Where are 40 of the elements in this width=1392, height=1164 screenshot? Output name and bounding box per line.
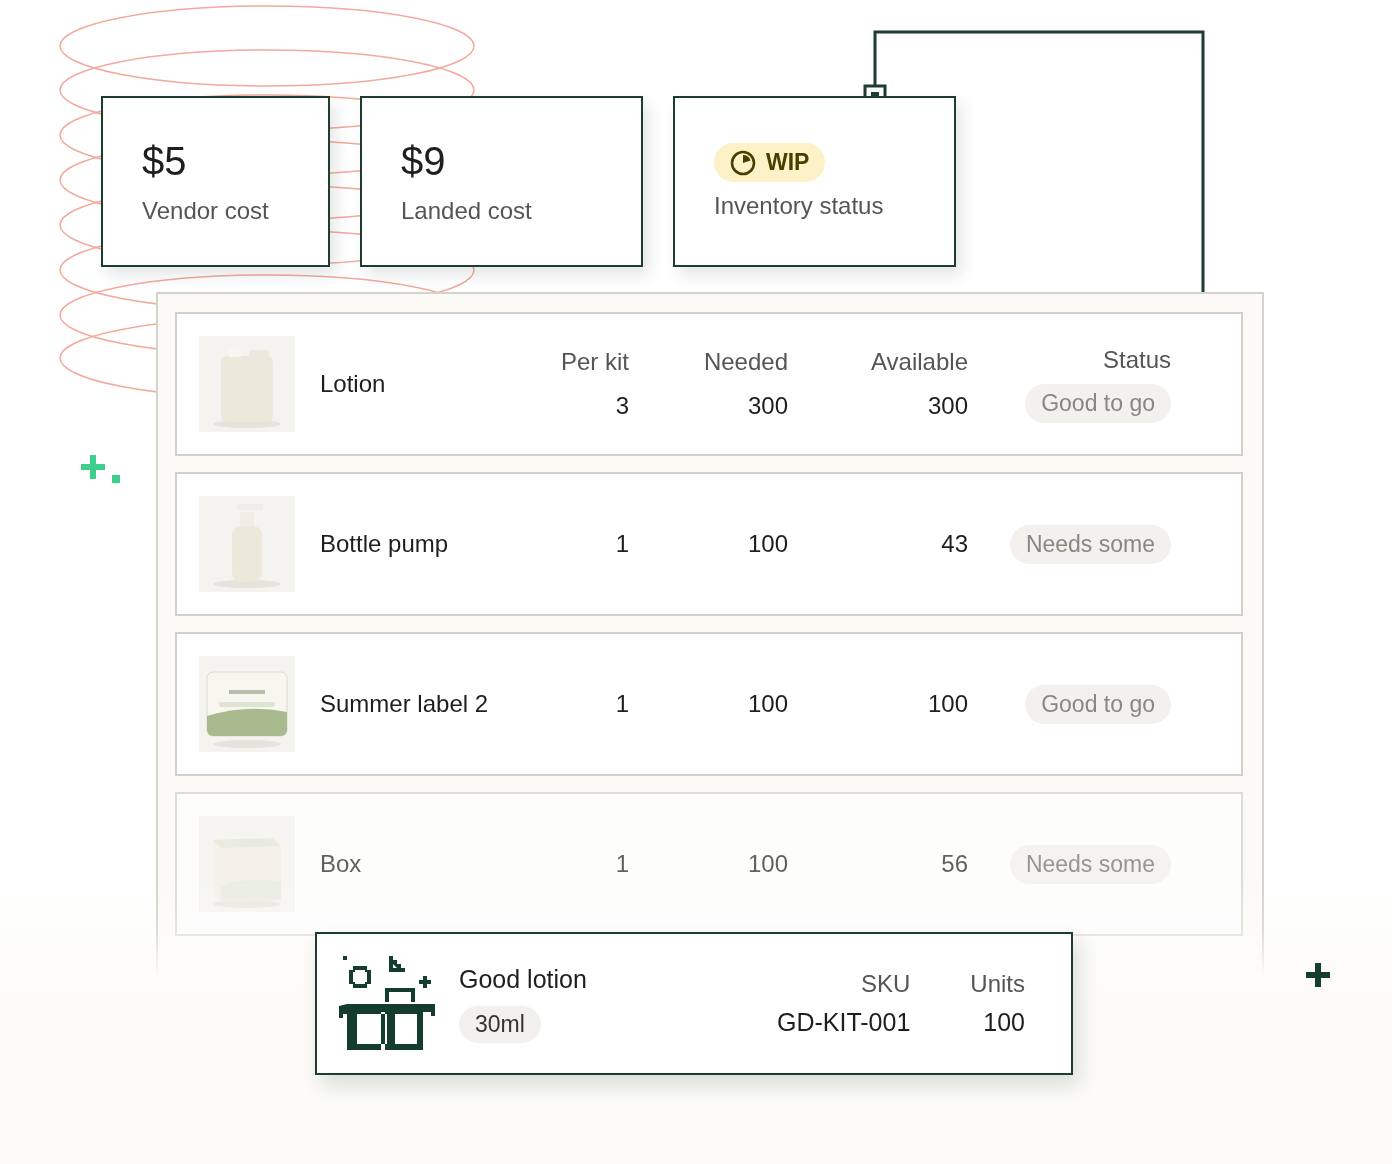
progress-icon bbox=[730, 149, 756, 176]
units-value: 100 bbox=[983, 1008, 1025, 1037]
component-name: Box bbox=[320, 850, 363, 878]
table-cell: 1 bbox=[615, 690, 629, 718]
column-header: SKU bbox=[860, 970, 911, 998]
status-badge: Needs some bbox=[1009, 524, 1171, 564]
sku-value: GD-KIT-001 bbox=[776, 1008, 911, 1037]
plus-icon bbox=[1306, 963, 1330, 987]
status-badge: Good to go bbox=[1025, 383, 1171, 423]
plus-icon bbox=[81, 455, 121, 485]
table-cell: 43 bbox=[941, 530, 968, 558]
column-header: Needed bbox=[703, 348, 788, 376]
table-cell: 300 bbox=[927, 392, 968, 420]
table-cell: 100 bbox=[747, 850, 788, 878]
table-cell: 300 bbox=[747, 392, 788, 420]
component-name: Summer label 2 bbox=[320, 690, 490, 718]
size-tag: 30ml bbox=[459, 1005, 541, 1043]
status-badge: WIP bbox=[714, 143, 826, 182]
table-cell: 100 bbox=[747, 690, 788, 718]
table-cell: 100 bbox=[747, 530, 788, 558]
status-label: Inventory status bbox=[714, 192, 885, 220]
column-header: Available bbox=[871, 348, 968, 376]
table-cell: 100 bbox=[927, 690, 968, 718]
cost-value: $9 bbox=[401, 138, 447, 183]
status-badge: Good to go bbox=[1025, 684, 1171, 724]
column-header: Units bbox=[970, 970, 1025, 998]
cost-label: Landed cost bbox=[401, 196, 533, 225]
cost-label: Vendor cost bbox=[142, 196, 270, 225]
box-with-shapes-icon bbox=[339, 955, 435, 1052]
component-name: Bottle pump bbox=[320, 530, 450, 558]
status-badge: Needs some bbox=[1009, 844, 1171, 884]
column-header: Per kit bbox=[561, 348, 629, 376]
table-cell: 1 bbox=[615, 530, 629, 558]
cost-value: $5 bbox=[142, 138, 188, 183]
column-header: Status bbox=[1102, 345, 1171, 374]
component-name: Lotion bbox=[320, 370, 387, 398]
table-cell: 56 bbox=[941, 850, 968, 878]
table-cell: 3 bbox=[615, 392, 629, 420]
kit-name: Good lotion bbox=[459, 964, 587, 994]
table-cell: 1 bbox=[615, 850, 629, 878]
